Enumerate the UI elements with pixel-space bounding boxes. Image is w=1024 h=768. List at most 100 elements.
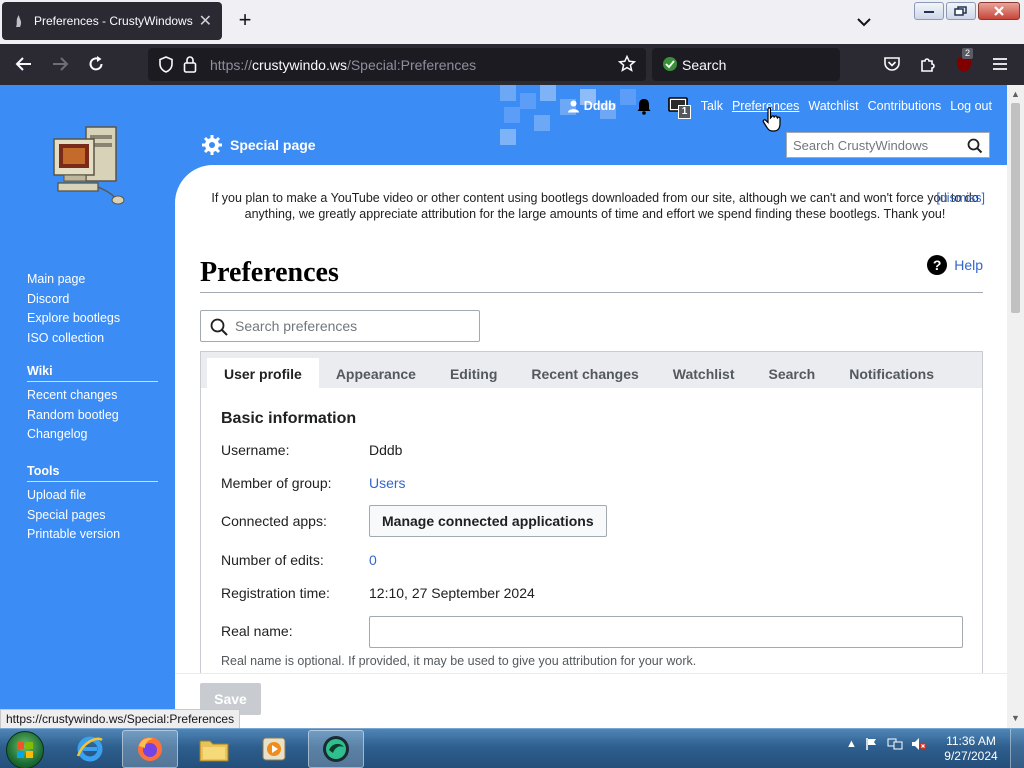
sidebar-item-special-pages[interactable]: Special pages [27, 506, 158, 526]
registration-value: 12:10, 27 September 2024 [369, 585, 535, 601]
scrollbar-thumb[interactable] [1011, 103, 1020, 313]
ublock-extension-icon[interactable]: 2 [954, 48, 974, 74]
group-label: Member of group: [221, 475, 332, 491]
edits-count-link[interactable]: 0 [369, 552, 377, 568]
tab-editing[interactable]: Editing [433, 358, 514, 388]
tab-close-icon[interactable]: ✕ [199, 11, 212, 31]
file-explorer-taskbar-icon[interactable] [186, 730, 242, 768]
tab-appearance[interactable]: Appearance [319, 358, 433, 388]
edits-label: Number of edits: [221, 552, 324, 568]
status-link-preview: https://crustywindo.ws/Special:Preferenc… [0, 709, 241, 729]
window-close-icon[interactable] [978, 2, 1020, 20]
contributions-link[interactable]: Contributions [868, 99, 942, 113]
number-of-edits-row: Number of edits: 0 [221, 552, 377, 568]
forward-arrow-icon[interactable] [50, 54, 70, 74]
connected-apps-label: Connected apps: [221, 513, 327, 529]
url-domain: crustywindo.ws [252, 56, 347, 73]
sidebar-item-discord[interactable]: Discord [27, 290, 120, 310]
media-player-taskbar-icon[interactable] [246, 730, 302, 768]
real-name-input[interactable] [369, 616, 963, 648]
sidebar-item-iso-collection[interactable]: ISO collection [27, 329, 120, 349]
preferences-search-placeholder: Search preferences [235, 318, 358, 334]
preferences-search-input[interactable]: Search preferences [200, 310, 480, 342]
show-hidden-icons-icon[interactable]: ▲ [846, 738, 857, 750]
wiki-search-input[interactable]: Search CrustyWindows [786, 132, 990, 158]
mouse-cursor-hand-icon [762, 107, 781, 132]
taskbar-clock[interactable]: 11:36 AM 9/27/2024 [940, 734, 1002, 764]
browser-tab[interactable]: Preferences - CrustyWindows ✕ [2, 2, 222, 40]
network-icon[interactable] [887, 737, 903, 751]
user-icon [567, 100, 579, 112]
sidebar-item-recent-changes[interactable]: Recent changes [27, 386, 158, 406]
tracking-protection-shield-icon[interactable] [158, 56, 174, 76]
new-tab-icon[interactable]: + [234, 9, 256, 32]
tab-watchlist[interactable]: Watchlist [656, 358, 752, 388]
notifications-bell-icon[interactable] [635, 97, 653, 115]
sidebar-item-upload-file[interactable]: Upload file [27, 486, 158, 506]
maximize-icon[interactable] [946, 2, 976, 20]
manage-connected-applications-button[interactable]: Manage connected applications [369, 505, 607, 537]
url-bar[interactable]: https://crustywindo.ws/Special:Preferenc… [148, 48, 646, 81]
gear-icon [202, 135, 222, 155]
tab-user-profile[interactable]: User profile [207, 358, 319, 388]
scroll-up-icon[interactable]: ▲ [1011, 89, 1020, 99]
internet-explorer-taskbar-icon[interactable] [62, 730, 118, 768]
talk-link[interactable]: Talk [701, 99, 723, 113]
menu-hamburger-icon[interactable] [990, 54, 1010, 74]
user-menu[interactable]: Dddb [567, 99, 616, 113]
page-title: Preferences [200, 257, 983, 293]
extensions-puzzle-icon[interactable] [918, 54, 938, 74]
username-link[interactable]: Dddb [584, 99, 616, 113]
search-icon [210, 318, 228, 336]
reload-icon[interactable] [86, 54, 106, 74]
sidebar-item-main-page[interactable]: Main page [27, 270, 120, 290]
watchlist-link[interactable]: Watchlist [808, 99, 858, 113]
sidebar-item-printable-version[interactable]: Printable version [27, 525, 158, 545]
scroll-down-icon[interactable]: ▼ [1011, 713, 1020, 723]
browser-tab-strip: Preferences - CrustyWindows ✕ + [0, 0, 1024, 44]
special-page-indicator: Special page [202, 135, 316, 155]
special-page-label: Special page [230, 137, 316, 153]
tab-recent-changes[interactable]: Recent changes [514, 358, 655, 388]
notices-badge: 1 [677, 105, 692, 119]
save-bar: Save [175, 673, 1007, 728]
sidebar-heading-tools: Tools [27, 464, 158, 482]
help-link[interactable]: ? Help [927, 255, 983, 275]
group-link[interactable]: Users [369, 475, 406, 491]
registration-time-row: Registration time: 12:10, 27 September 2… [221, 585, 535, 601]
firefox-taskbar-icon[interactable] [122, 730, 178, 768]
crustywindows-logo[interactable] [50, 123, 128, 205]
app-taskbar-icon[interactable] [308, 730, 364, 768]
browser-search-bar[interactable]: Search [652, 48, 840, 81]
show-desktop-button[interactable] [1010, 729, 1024, 768]
vertical-scrollbar[interactable]: ▲ ▼ [1007, 85, 1024, 728]
sidebar-item-changelog[interactable]: Changelog [27, 425, 158, 445]
lock-icon[interactable] [183, 55, 197, 76]
dismiss-notice-link[interactable]: [dismiss] [936, 190, 985, 206]
notices-tray-icon[interactable]: 1 [667, 97, 692, 119]
back-arrow-icon[interactable] [14, 54, 34, 74]
pocket-icon[interactable] [882, 54, 902, 74]
minimize-icon[interactable] [914, 2, 944, 20]
browser-navbar: https://crustywindo.ws/Special:Preferenc… [0, 44, 1024, 85]
action-center-flag-icon[interactable] [865, 737, 879, 751]
username-label: Username: [221, 442, 290, 458]
system-tray: ▲ [846, 737, 927, 751]
bookmark-star-icon[interactable] [617, 54, 637, 76]
real-name-row: Real name: [221, 623, 369, 639]
connected-apps-row: Connected apps: Manage connected applica… [221, 505, 607, 537]
extension-badge: 2 [962, 48, 974, 59]
sidebar-item-random-bootleg[interactable]: Random bootleg [27, 406, 158, 426]
search-icon[interactable] [967, 138, 983, 154]
tab-notifications[interactable]: Notifications [832, 358, 951, 388]
site-notice-text: If you plan to make a YouTube video or o… [211, 191, 979, 221]
volume-muted-icon[interactable] [911, 737, 927, 751]
start-button[interactable] [6, 731, 44, 768]
logout-link[interactable]: Log out [950, 99, 992, 113]
preferences-panel: User profile Appearance Editing Recent c… [200, 351, 983, 728]
tab-search[interactable]: Search [752, 358, 833, 388]
sidebar-item-explore-bootlegs[interactable]: Explore bootlegs [27, 309, 120, 329]
list-all-tabs-icon[interactable] [854, 12, 874, 32]
clock-date: 9/27/2024 [944, 749, 998, 763]
url-path: /Special:Preferences [346, 56, 477, 73]
